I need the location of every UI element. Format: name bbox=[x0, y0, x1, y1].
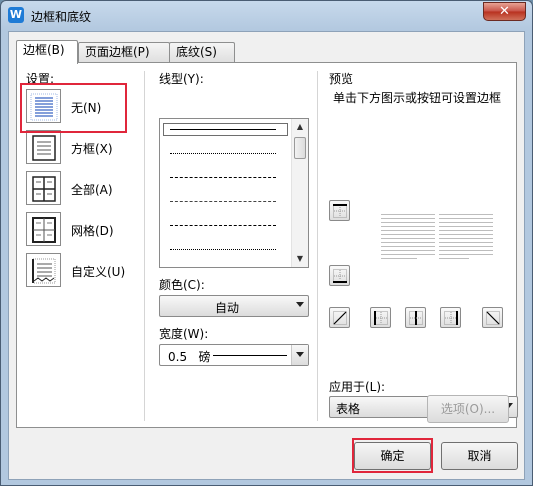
line-style-scrollbar[interactable]: ▲ ▼ bbox=[291, 119, 308, 267]
width-caret-box[interactable] bbox=[291, 345, 308, 365]
apply-to-value: 表格 bbox=[336, 402, 361, 416]
dialog-window: W 边框和底纹 ✕ 边框(B) 页面边框(P) 底纹(S) 设置: 无(N) 方… bbox=[0, 0, 533, 486]
top-border-icon bbox=[333, 204, 347, 218]
preset-custom-button[interactable] bbox=[26, 253, 61, 287]
line-style-dashed[interactable] bbox=[170, 177, 276, 178]
color-value: 自动 bbox=[215, 301, 240, 315]
line-style-long-dash[interactable] bbox=[170, 201, 276, 202]
color-dropdown[interactable]: 自动 bbox=[159, 295, 309, 317]
scroll-up-arrow-icon[interactable]: ▲ bbox=[292, 119, 308, 135]
title-bar: W 边框和底纹 ✕ bbox=[1, 1, 532, 31]
right-border-icon bbox=[444, 311, 458, 325]
bottom-border-button[interactable] bbox=[329, 265, 350, 286]
line-style-dotted[interactable] bbox=[170, 153, 276, 154]
diagonal-down-button[interactable] bbox=[329, 307, 350, 328]
scroll-down-arrow-icon[interactable]: ▼ bbox=[292, 251, 308, 267]
dialog-client: 边框(B) 页面边框(P) 底纹(S) 设置: 无(N) 方框(X) 全部(A)… bbox=[8, 31, 525, 480]
tab-page-borders[interactable]: 页面边框(P) bbox=[78, 42, 170, 63]
all-borders-icon bbox=[32, 176, 56, 202]
preset-all-button[interactable] bbox=[26, 171, 61, 205]
line-style-listbox[interactable]: ▲ ▼ bbox=[159, 118, 309, 268]
borders-panel: 设置: 无(N) 方框(X) 全部(A) 网格(D) 自定义(U) 线型(Y):… bbox=[16, 62, 518, 428]
cancel-button[interactable]: 取消 bbox=[441, 442, 518, 470]
diagonal-up-icon bbox=[333, 311, 347, 325]
box-border-icon bbox=[32, 135, 56, 161]
preset-all-label: 全部(A) bbox=[71, 183, 113, 197]
preview-hint: 单击下方图示或按钮可设置边框 bbox=[333, 91, 502, 105]
options-button[interactable]: 选项(O)... bbox=[427, 395, 509, 423]
preset-grid-label: 网格(D) bbox=[71, 224, 114, 238]
app-icon: W bbox=[8, 7, 24, 23]
inside-vertical-border-icon bbox=[409, 311, 423, 325]
line-style-dash-dot[interactable] bbox=[170, 225, 276, 226]
width-label: 宽度(W): bbox=[159, 327, 209, 341]
line-style-label: 线型(Y): bbox=[159, 72, 204, 86]
line-style-solid[interactable] bbox=[170, 129, 276, 130]
custom-border-icon bbox=[32, 258, 56, 284]
scroll-thumb[interactable] bbox=[294, 137, 306, 159]
width-dropdown[interactable]: 0.5 磅 bbox=[159, 344, 309, 366]
divider-right bbox=[317, 71, 318, 421]
preset-box-label: 方框(X) bbox=[71, 142, 113, 156]
color-label: 颜色(C): bbox=[159, 278, 205, 292]
chevron-down-icon bbox=[296, 302, 304, 307]
tab-shading[interactable]: 底纹(S) bbox=[169, 42, 235, 63]
apply-to-label: 应用于(L): bbox=[329, 380, 386, 394]
diagonal-down-icon bbox=[486, 311, 500, 325]
chevron-down-icon bbox=[296, 352, 304, 357]
divider-left bbox=[144, 71, 145, 421]
inside-vertical-border-button[interactable] bbox=[405, 307, 426, 328]
preset-grid-button[interactable] bbox=[26, 212, 61, 246]
diagonal-up-button[interactable] bbox=[482, 307, 503, 328]
highlight-ok-button bbox=[352, 438, 433, 473]
preset-box-button[interactable] bbox=[26, 130, 61, 164]
preview-label: 预览 bbox=[329, 72, 354, 86]
top-border-button[interactable] bbox=[329, 200, 350, 221]
left-border-button[interactable] bbox=[370, 307, 391, 328]
left-border-icon bbox=[374, 311, 388, 325]
highlight-none-preset bbox=[20, 83, 127, 133]
preview-cell-left bbox=[381, 214, 435, 262]
width-value: 0.5 磅 bbox=[168, 350, 211, 364]
width-line-sample bbox=[213, 355, 287, 356]
grid-border-icon bbox=[32, 217, 56, 243]
close-button[interactable]: ✕ bbox=[483, 2, 526, 21]
line-style-dash-dot-dot[interactable] bbox=[170, 249, 276, 250]
bottom-border-icon bbox=[333, 269, 347, 283]
right-border-button[interactable] bbox=[440, 307, 461, 328]
preset-custom-label: 自定义(U) bbox=[71, 265, 126, 279]
preview-cell-right bbox=[439, 214, 493, 262]
tab-borders[interactable]: 边框(B) bbox=[16, 40, 78, 64]
dialog-title: 边框和底纹 bbox=[31, 10, 92, 24]
